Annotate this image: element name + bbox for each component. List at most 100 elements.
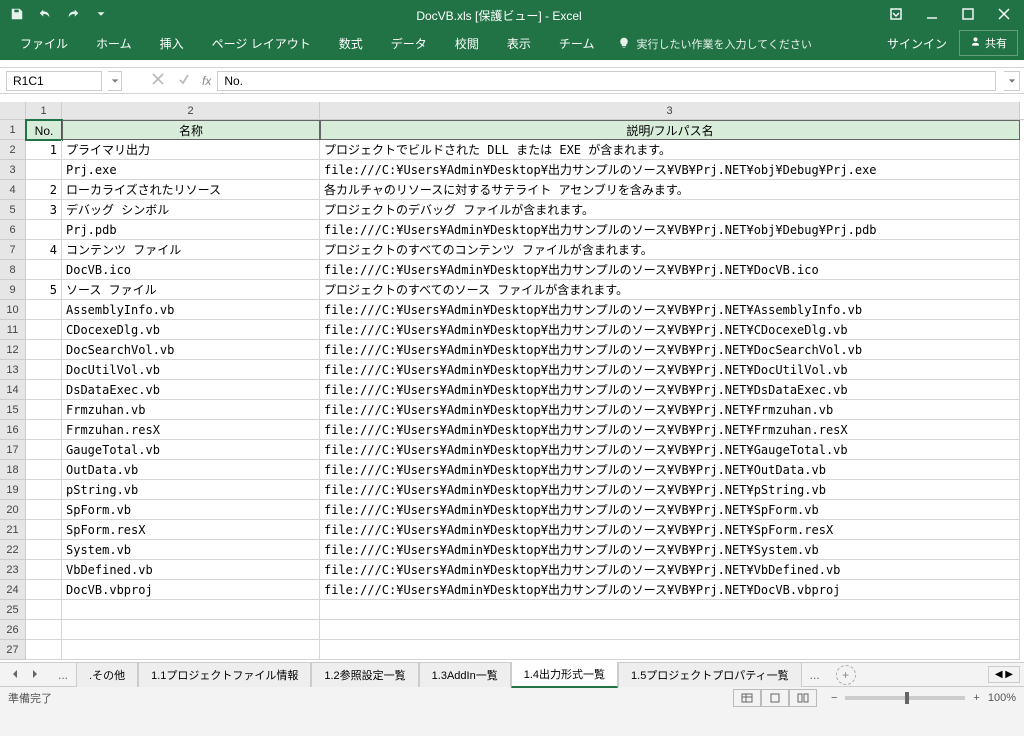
cell-name-header[interactable]: 名称 xyxy=(62,120,320,140)
cell[interactable] xyxy=(26,360,62,380)
cell[interactable]: file:///C:¥Users¥Admin¥Desktop¥出力サンプルのソー… xyxy=(320,380,1020,400)
ribbon-tab[interactable]: チーム xyxy=(545,29,609,60)
cell[interactable]: file:///C:¥Users¥Admin¥Desktop¥出力サンプルのソー… xyxy=(320,440,1020,460)
cell[interactable] xyxy=(26,620,62,640)
row-header[interactable]: 26 xyxy=(0,620,26,640)
cell[interactable]: ローカライズされたリソース xyxy=(62,180,320,200)
cell[interactable]: DocSearchVol.vb xyxy=(62,340,320,360)
cell[interactable]: file:///C:¥Users¥Admin¥Desktop¥出力サンプルのソー… xyxy=(320,340,1020,360)
cell[interactable]: file:///C:¥Users¥Admin¥Desktop¥出力サンプルのソー… xyxy=(320,360,1020,380)
ribbon-tab[interactable]: ファイル xyxy=(6,29,82,60)
cell[interactable] xyxy=(26,520,62,540)
cell[interactable]: 1 xyxy=(26,140,62,160)
row-header[interactable]: 3 xyxy=(0,160,26,180)
cell[interactable]: Frmzuhan.vb xyxy=(62,400,320,420)
cell[interactable] xyxy=(26,320,62,340)
row-header[interactable]: 22 xyxy=(0,540,26,560)
cell[interactable]: file:///C:¥Users¥Admin¥Desktop¥出力サンプルのソー… xyxy=(320,420,1020,440)
row-header[interactable]: 4 xyxy=(0,180,26,200)
cell[interactable]: プロジェクトのすべてのコンテンツ ファイルが含まれます。 xyxy=(320,240,1020,260)
row-header[interactable]: 11 xyxy=(0,320,26,340)
cell[interactable]: デバッグ シンボル xyxy=(62,200,320,220)
cell[interactable]: GaugeTotal.vb xyxy=(62,440,320,460)
ribbon-tab[interactable]: ホーム xyxy=(82,29,146,60)
cell[interactable]: file:///C:¥Users¥Admin¥Desktop¥出力サンプルのソー… xyxy=(320,560,1020,580)
ribbon-tab[interactable]: データ xyxy=(377,29,441,60)
redo-icon[interactable] xyxy=(66,7,80,24)
cell[interactable]: VbDefined.vb xyxy=(62,560,320,580)
cell-desc-header[interactable]: 説明/フルパス名 xyxy=(320,120,1020,140)
column-header[interactable]: 3 xyxy=(320,102,1020,119)
row-header[interactable]: 15 xyxy=(0,400,26,420)
row-header[interactable]: 27 xyxy=(0,640,26,660)
cell[interactable]: DsDataExec.vb xyxy=(62,380,320,400)
cell[interactable] xyxy=(26,600,62,620)
cell[interactable] xyxy=(320,620,1020,640)
cell-no-header[interactable]: No. xyxy=(26,120,62,140)
row-header[interactable]: 19 xyxy=(0,480,26,500)
formula-expand-icon[interactable] xyxy=(1004,71,1020,91)
cell[interactable]: file:///C:¥Users¥Admin¥Desktop¥出力サンプルのソー… xyxy=(320,400,1020,420)
cell[interactable] xyxy=(320,600,1020,620)
add-sheet-button[interactable]: + xyxy=(836,665,856,685)
row-header[interactable]: 13 xyxy=(0,360,26,380)
sheet-tab[interactable]: 1.2参照設定一覧 xyxy=(311,662,418,687)
cell[interactable]: 3 xyxy=(26,200,62,220)
cell[interactable] xyxy=(26,160,62,180)
cell[interactable] xyxy=(26,340,62,360)
cell[interactable]: file:///C:¥Users¥Admin¥Desktop¥出力サンプルのソー… xyxy=(320,220,1020,240)
cell[interactable]: file:///C:¥Users¥Admin¥Desktop¥出力サンプルのソー… xyxy=(320,480,1020,500)
undo-icon[interactable] xyxy=(38,7,52,24)
cell[interactable]: プロジェクトのデバッグ ファイルが含まれます。 xyxy=(320,200,1020,220)
row-header[interactable]: 18 xyxy=(0,460,26,480)
view-normal-icon[interactable] xyxy=(733,689,761,707)
view-page-break-icon[interactable] xyxy=(789,689,817,707)
cell[interactable]: Prj.pdb xyxy=(62,220,320,240)
sheet-overflow-right[interactable]: ... xyxy=(802,668,828,682)
row-header[interactable]: 21 xyxy=(0,520,26,540)
cell[interactable] xyxy=(26,220,62,240)
cell[interactable]: file:///C:¥Users¥Admin¥Desktop¥出力サンプルのソー… xyxy=(320,160,1020,180)
cell[interactable]: 各カルチャのリソースに対するサテライト アセンブリを含みます。 xyxy=(320,180,1020,200)
ribbon-tab[interactable]: 数式 xyxy=(325,29,377,60)
fx-icon[interactable]: fx xyxy=(202,74,211,88)
sign-in-button[interactable]: サインイン xyxy=(875,29,959,60)
tell-me-box[interactable]: 実行したい作業を入力してください xyxy=(608,30,821,60)
row-header[interactable]: 7 xyxy=(0,240,26,260)
row-header[interactable]: 16 xyxy=(0,420,26,440)
row-header[interactable]: 9 xyxy=(0,280,26,300)
cell[interactable]: file:///C:¥Users¥Admin¥Desktop¥出力サンプルのソー… xyxy=(320,260,1020,280)
cell[interactable] xyxy=(26,400,62,420)
cell[interactable]: DocUtilVol.vb xyxy=(62,360,320,380)
cell[interactable]: ソース ファイル xyxy=(62,280,320,300)
row-header[interactable]: 25 xyxy=(0,600,26,620)
cell[interactable]: pString.vb xyxy=(62,480,320,500)
sheet-tab[interactable]: 1.3AddIn一覧 xyxy=(419,662,511,687)
sheet-tab[interactable]: 1.4出力形式一覧 xyxy=(511,661,618,688)
qat-dropdown-icon[interactable] xyxy=(94,7,108,24)
spreadsheet-grid[interactable]: 1 2 3 1234567891011121314151617181920212… xyxy=(0,102,1024,662)
zoom-out-button[interactable]: − xyxy=(831,692,837,704)
name-box-dropdown[interactable] xyxy=(108,71,122,91)
cell[interactable]: DocVB.vbproj xyxy=(62,580,320,600)
cell[interactable] xyxy=(26,460,62,480)
cell-area[interactable]: No. 名称 説明/フルパス名 1プライマリ出力プロジェクトでビルドされた DL… xyxy=(26,120,1024,660)
cell[interactable]: SpForm.vb xyxy=(62,500,320,520)
cell[interactable]: file:///C:¥Users¥Admin¥Desktop¥出力サンプルのソー… xyxy=(320,300,1020,320)
maximize-icon[interactable] xyxy=(962,8,974,23)
row-header[interactable]: 8 xyxy=(0,260,26,280)
cell[interactable]: file:///C:¥Users¥Admin¥Desktop¥出力サンプルのソー… xyxy=(320,500,1020,520)
cell[interactable] xyxy=(26,540,62,560)
ribbon-tab[interactable]: 表示 xyxy=(493,29,545,60)
ribbon-tab[interactable]: 挿入 xyxy=(146,29,198,60)
zoom-slider[interactable] xyxy=(845,696,965,700)
ribbon-options-icon[interactable] xyxy=(890,8,902,23)
cell[interactable]: プライマリ出力 xyxy=(62,140,320,160)
column-header[interactable]: 1 xyxy=(26,102,62,119)
sheet-prev-icon[interactable] xyxy=(10,668,20,682)
view-page-layout-icon[interactable] xyxy=(761,689,789,707)
sheet-tab[interactable]: 1.1プロジェクトファイル情報 xyxy=(138,662,311,687)
formula-input[interactable] xyxy=(217,71,996,91)
ribbon-tab[interactable]: ページ レイアウト xyxy=(198,29,325,60)
cell[interactable]: CDocexeDlg.vb xyxy=(62,320,320,340)
